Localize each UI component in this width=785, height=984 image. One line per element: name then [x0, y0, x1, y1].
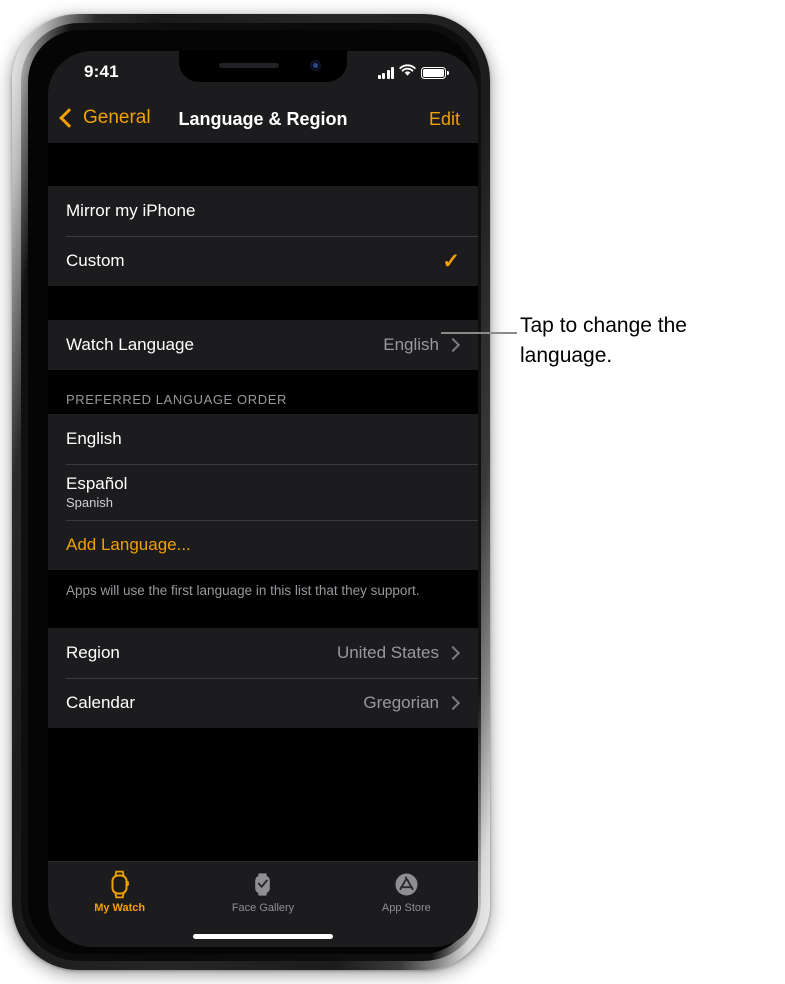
status-time: 9:41 — [84, 62, 119, 81]
row-label: Mirror my iPhone — [66, 201, 196, 220]
row-value: United States — [336, 643, 439, 663]
row-value: English — [383, 335, 439, 354]
phone-frame: 9:41 General Language & Region Edit Mirr… — [12, 14, 490, 970]
earpiece-speaker — [219, 63, 279, 68]
group-watch-language: Watch Language English — [48, 320, 478, 370]
settings-list: Mirror my iPhone Custom ✓ Watch Language… — [48, 143, 478, 862]
row-calendar[interactable]: Calendar Gregorian — [48, 678, 478, 728]
tab-app-store[interactable]: App Store — [335, 862, 478, 947]
row-label: Calendar — [66, 693, 135, 713]
row-mirror-my-iphone[interactable]: Mirror my iPhone — [48, 186, 478, 236]
battery-icon — [421, 67, 449, 79]
wifi-icon — [399, 64, 416, 82]
home-indicator[interactable] — [193, 934, 333, 939]
navigation-bar: General Language & Region Edit — [48, 98, 478, 143]
group-preferred-languages: English Español Spanish Add Language... — [48, 414, 478, 570]
checkmark-icon: ✓ — [442, 249, 460, 273]
section-gap-2 — [48, 614, 478, 629]
row-region[interactable]: Region United States — [48, 628, 478, 678]
watch-face-icon — [249, 870, 276, 899]
row-watch-language[interactable]: Watch Language English — [48, 320, 478, 370]
app-store-icon — [393, 870, 420, 899]
front-camera-icon — [310, 60, 321, 71]
chevron-right-icon — [445, 337, 461, 353]
section-gap-bottom — [48, 728, 478, 829]
tab-label: Face Gallery — [231, 902, 295, 914]
group-region: Region United States Calendar Gregorian — [48, 628, 478, 729]
tab-label: My Watch — [94, 902, 146, 914]
chevron-right-icon — [445, 646, 461, 661]
section-gap-top — [48, 143, 478, 186]
row-label: Español — [66, 474, 128, 493]
watch-outline-icon — [106, 870, 133, 899]
callout-leader-line — [441, 332, 517, 334]
row-label: English — [66, 429, 122, 448]
phone-screen: 9:41 General Language & Region Edit Mirr… — [48, 51, 478, 947]
row-custom[interactable]: Custom ✓ — [48, 236, 478, 286]
row-label: Region — [66, 643, 120, 663]
chevron-right-icon — [445, 696, 461, 711]
row-label: Custom — [66, 251, 125, 270]
edit-button[interactable]: Edit — [429, 109, 460, 130]
tab-label: App Store — [381, 902, 431, 914]
phone-frame-bezel: 9:41 General Language & Region Edit Mirr… — [21, 23, 481, 961]
group-mirror: Mirror my iPhone Custom ✓ — [48, 186, 478, 286]
row-accessory: English — [383, 335, 461, 355]
tab-my-watch[interactable]: My Watch — [48, 862, 191, 947]
notch — [179, 51, 347, 82]
status-icons — [377, 64, 449, 82]
row-sublabel: Spanish — [66, 495, 113, 510]
row-value: Gregorian — [363, 693, 439, 713]
page-title: Language & Region — [178, 109, 348, 129]
section-gap-1 — [48, 286, 478, 320]
row-accessory: United States — [336, 643, 461, 663]
status-bar: 9:41 — [48, 51, 478, 98]
row-accessory: Gregorian — [363, 693, 461, 713]
row-language-english[interactable]: English — [48, 414, 478, 464]
row-accessory: ✓ — [442, 251, 460, 272]
callout-text: Tap to change the language. — [520, 314, 687, 367]
row-label: Add Language... — [66, 535, 191, 554]
section-header-preferred-language-order: PREFERRED LANGUAGE ORDER — [48, 370, 478, 414]
row-add-language[interactable]: Add Language... — [48, 520, 478, 570]
phone-frame-inner-bezel: 9:41 General Language & Region Edit Mirr… — [28, 30, 478, 954]
row-label: Watch Language — [66, 335, 194, 354]
cellular-signal-icon — [377, 67, 394, 79]
row-language-espanol[interactable]: Español Spanish — [48, 464, 478, 520]
section-footer-preferred-language-order: Apps will use the first language in this… — [48, 570, 478, 615]
